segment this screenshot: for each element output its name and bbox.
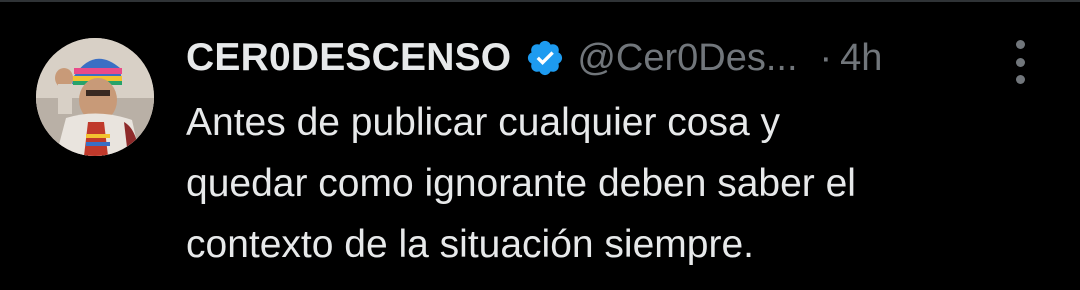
divider	[0, 0, 1080, 2]
tweet-header: CER0DESCENSO @Cer0Des... · 4h	[186, 32, 882, 84]
tweet-text: Antes de publicar cualquier cosa y queda…	[186, 92, 1046, 275]
avatar[interactable]	[36, 38, 154, 156]
tweet-text-line: Antes de publicar cualquier cosa y	[186, 101, 781, 144]
more-dot	[1015, 40, 1025, 49]
more-dot	[1015, 57, 1025, 67]
separator-dot: ·	[819, 36, 833, 79]
display-name[interactable]: CER0DESCENSO	[186, 36, 511, 80]
more-dot	[1015, 75, 1025, 84]
user-handle[interactable]: @Cer0Des...	[577, 37, 797, 80]
more-vertical-icon[interactable]	[1006, 40, 1034, 84]
tweet[interactable]: CER0DESCENSO @Cer0Des... · 4h Antes de p…	[0, 0, 1080, 290]
tweet-text-line: contexto de la situación siempre.	[186, 223, 754, 266]
timestamp[interactable]: 4h	[840, 37, 882, 80]
verified-badge-icon	[525, 38, 565, 78]
tweet-text-line: quedar como ignorante deben saber el	[186, 162, 856, 205]
avatar-image	[36, 38, 154, 156]
